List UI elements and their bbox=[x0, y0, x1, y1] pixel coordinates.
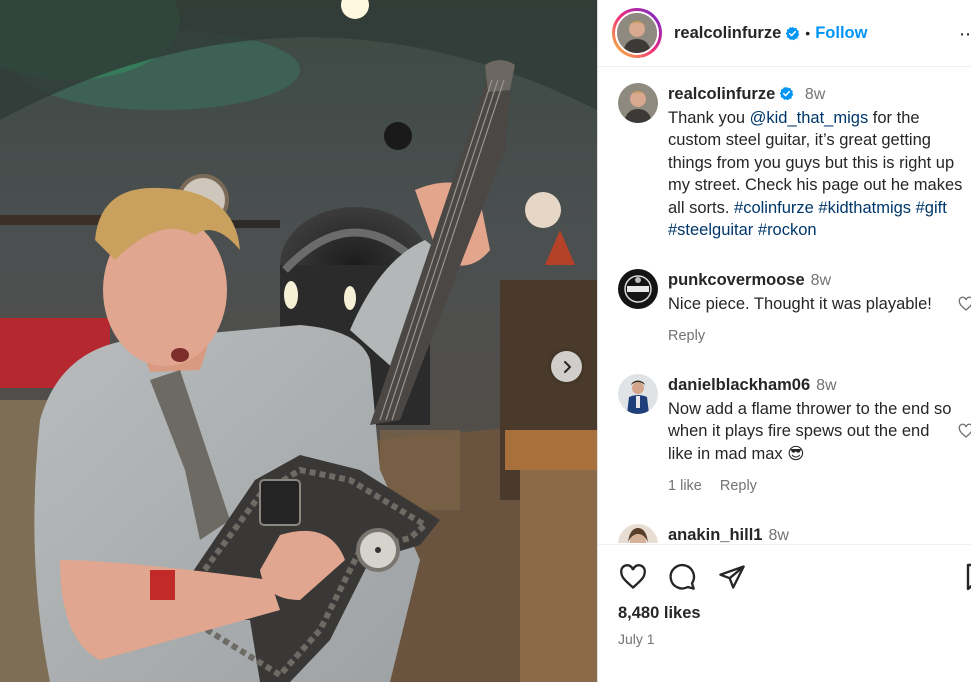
comment-avatar[interactable] bbox=[618, 269, 658, 309]
reply-button[interactable]: Reply bbox=[668, 328, 705, 344]
comment-time: 8w bbox=[810, 272, 832, 289]
comment-time: 8w bbox=[816, 377, 837, 394]
post-media bbox=[0, 0, 597, 682]
author-username[interactable]: realcolinfurze bbox=[674, 24, 781, 43]
comment-text: Now add a flame thrower to the end so wh… bbox=[668, 399, 952, 463]
author-avatar[interactable] bbox=[612, 8, 662, 58]
follow-button[interactable]: Follow bbox=[815, 24, 867, 43]
comment-likes-count[interactable]: 1 like bbox=[668, 478, 702, 494]
caption-text: Thank you @kid_that_migs for the custom … bbox=[668, 107, 971, 242]
separator-dot: • bbox=[805, 25, 811, 41]
reply-button[interactable]: Reply bbox=[720, 478, 757, 494]
post-photo bbox=[0, 0, 597, 682]
comment-username[interactable]: anakin_hill1 bbox=[668, 526, 762, 543]
comment-text: Nice piece. Thought it was playable! bbox=[668, 294, 932, 313]
comment-like-heart-icon[interactable] bbox=[958, 296, 971, 317]
comments-list: realcolinfurze 8w Thank you @kid_that_mi… bbox=[598, 68, 971, 543]
chevron-right-icon bbox=[560, 360, 574, 374]
verified-badge-icon bbox=[785, 26, 800, 41]
comment-username[interactable]: danielblackham06 bbox=[668, 376, 810, 394]
comment-avatar[interactable] bbox=[618, 374, 658, 414]
comment-time: 8w bbox=[768, 527, 789, 543]
post-header: realcolinfurze • Follow ⋯ bbox=[598, 0, 971, 67]
caption-avatar[interactable] bbox=[618, 83, 658, 123]
verified-badge-icon bbox=[779, 85, 794, 101]
caption-username[interactable]: realcolinfurze bbox=[668, 85, 775, 103]
comment-username[interactable]: punkcovermoose bbox=[668, 271, 805, 289]
caption-time: 8w bbox=[804, 86, 826, 103]
comment-avatar[interactable] bbox=[618, 524, 658, 543]
post-date[interactable]: July 1 bbox=[618, 631, 655, 647]
bookmark-icon[interactable] bbox=[966, 563, 971, 596]
paper-plane-icon[interactable] bbox=[718, 563, 746, 596]
next-media-button[interactable] bbox=[551, 351, 582, 382]
more-icon[interactable]: ⋯ bbox=[959, 24, 971, 45]
likes-count[interactable]: 8,480 likes bbox=[618, 604, 701, 623]
comment-icon[interactable] bbox=[668, 563, 696, 596]
caption-mention[interactable]: @kid_that_migs bbox=[750, 109, 869, 127]
caption-text-before: Thank you bbox=[668, 108, 750, 127]
post-actions: 8,480 likes July 1 bbox=[598, 544, 971, 682]
comment-like-heart-icon[interactable] bbox=[958, 423, 971, 444]
heart-icon[interactable] bbox=[618, 563, 648, 596]
post-sidebar: realcolinfurze • Follow ⋯ realcolinfurze… bbox=[597, 0, 971, 682]
